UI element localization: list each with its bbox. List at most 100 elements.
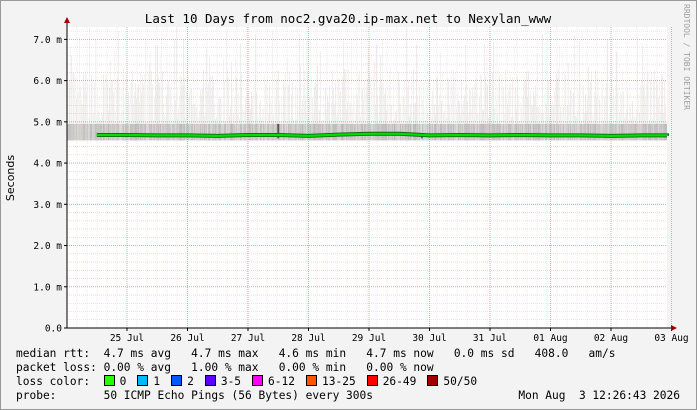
smoke-core	[111, 123, 112, 141]
smoke-core	[655, 123, 656, 141]
packet-loss-label: packet loss:	[16, 361, 97, 374]
smoke-core	[230, 123, 231, 141]
smoke-core	[169, 123, 170, 141]
loss-color-text: 0	[119, 375, 127, 388]
smoke-core	[603, 123, 604, 141]
smoke-core	[255, 123, 256, 141]
smoke-core	[435, 123, 436, 141]
smoke-core	[201, 123, 202, 141]
loss-color-item: 1	[137, 375, 160, 388]
loss-color-text: 50/50	[443, 375, 478, 388]
y-tick-label: 5.0 m	[33, 117, 62, 128]
smoke-core	[601, 123, 602, 141]
smoke-core	[95, 123, 96, 141]
smoke-core	[430, 123, 431, 141]
smoke-core	[522, 123, 523, 141]
smoke-core	[428, 123, 429, 141]
smoke-core	[458, 123, 459, 141]
smoke-core	[654, 123, 655, 141]
smoke-core	[93, 123, 94, 141]
smoke-core	[353, 123, 354, 141]
smoke-core	[629, 123, 630, 141]
smoke-core	[300, 123, 301, 141]
smoke-core	[182, 123, 183, 141]
smoke-core	[104, 123, 105, 141]
probe-label: probe:	[16, 389, 57, 402]
smoke-core	[229, 123, 230, 141]
smoke-core	[509, 123, 510, 141]
smoke-core	[71, 123, 72, 141]
smoke-core	[609, 123, 610, 141]
smoke-core	[214, 123, 215, 141]
smoke-core	[455, 123, 456, 141]
smoke-core	[478, 123, 479, 141]
smoke-core	[663, 123, 664, 141]
smoke-core	[465, 123, 466, 141]
smoke-core	[178, 123, 179, 141]
smoke-core	[124, 123, 125, 141]
smoke-column	[272, 29, 273, 141]
smoke-core	[244, 123, 245, 141]
smoke-core	[291, 123, 292, 141]
smoke-core	[645, 123, 646, 141]
smoke-core	[441, 123, 442, 141]
smoke-core	[545, 123, 546, 141]
smoke-core	[469, 123, 470, 141]
smoke-core	[68, 123, 69, 141]
smoke-core	[333, 123, 334, 141]
smoke-core	[212, 123, 213, 141]
smoke-core	[665, 123, 666, 141]
smoke-core	[159, 123, 160, 141]
smoke-core	[463, 123, 464, 141]
smoke-core	[659, 123, 660, 141]
smoke-core	[165, 123, 166, 141]
smoke-core	[343, 123, 344, 141]
smoke-core	[613, 123, 614, 141]
smoke-core	[222, 123, 223, 141]
smoke-core	[318, 123, 319, 141]
smoke-core	[621, 123, 622, 141]
smoke-core	[81, 123, 82, 141]
smoke-core	[413, 123, 414, 141]
smoke-core	[542, 123, 543, 141]
smoke-core	[180, 123, 181, 141]
smoke-core	[204, 123, 205, 141]
smoke-core	[302, 123, 303, 141]
smoke-core	[598, 123, 599, 141]
rtt-chart: Last 10 Days from noc2.gva20.ip-max.net …	[4, 4, 691, 344]
smoke-core	[142, 123, 143, 141]
smoke-core	[161, 123, 162, 141]
smoke-core	[432, 123, 433, 141]
smoke-core	[179, 123, 180, 141]
smoke-core	[284, 123, 285, 141]
smoke-core	[144, 123, 145, 141]
smoke-core	[259, 123, 260, 141]
smoke-core	[319, 123, 320, 141]
smoke-core	[235, 123, 236, 141]
smoke-core	[275, 123, 276, 141]
smoke-core	[123, 123, 124, 141]
smoke-core	[622, 123, 623, 141]
smoke-core	[261, 123, 262, 141]
smoke-core	[294, 123, 295, 141]
smoke-core	[324, 123, 325, 141]
smoke-core	[453, 123, 454, 141]
smoke-core	[78, 123, 79, 141]
smoke-core	[102, 123, 103, 141]
smoke-core	[551, 123, 552, 141]
packet-loss-values: 0.00 % avg 1.00 % max 0.00 % min 0.00 % …	[103, 361, 434, 374]
smoke-core	[565, 123, 566, 141]
smoke-core	[431, 123, 432, 141]
smoke-core	[660, 123, 661, 141]
smoke-core	[354, 123, 355, 141]
smoke-core	[322, 123, 323, 141]
loss-color-text: 26-49	[382, 375, 417, 388]
smoke-core	[88, 123, 89, 141]
smoke-core	[163, 123, 164, 141]
smoke-core	[633, 123, 634, 141]
smoke-core	[493, 123, 494, 141]
smoke-core	[239, 123, 240, 141]
smoke-core	[203, 123, 204, 141]
smoke-core	[662, 123, 663, 141]
y-tick-label: 4.0 m	[33, 159, 62, 170]
